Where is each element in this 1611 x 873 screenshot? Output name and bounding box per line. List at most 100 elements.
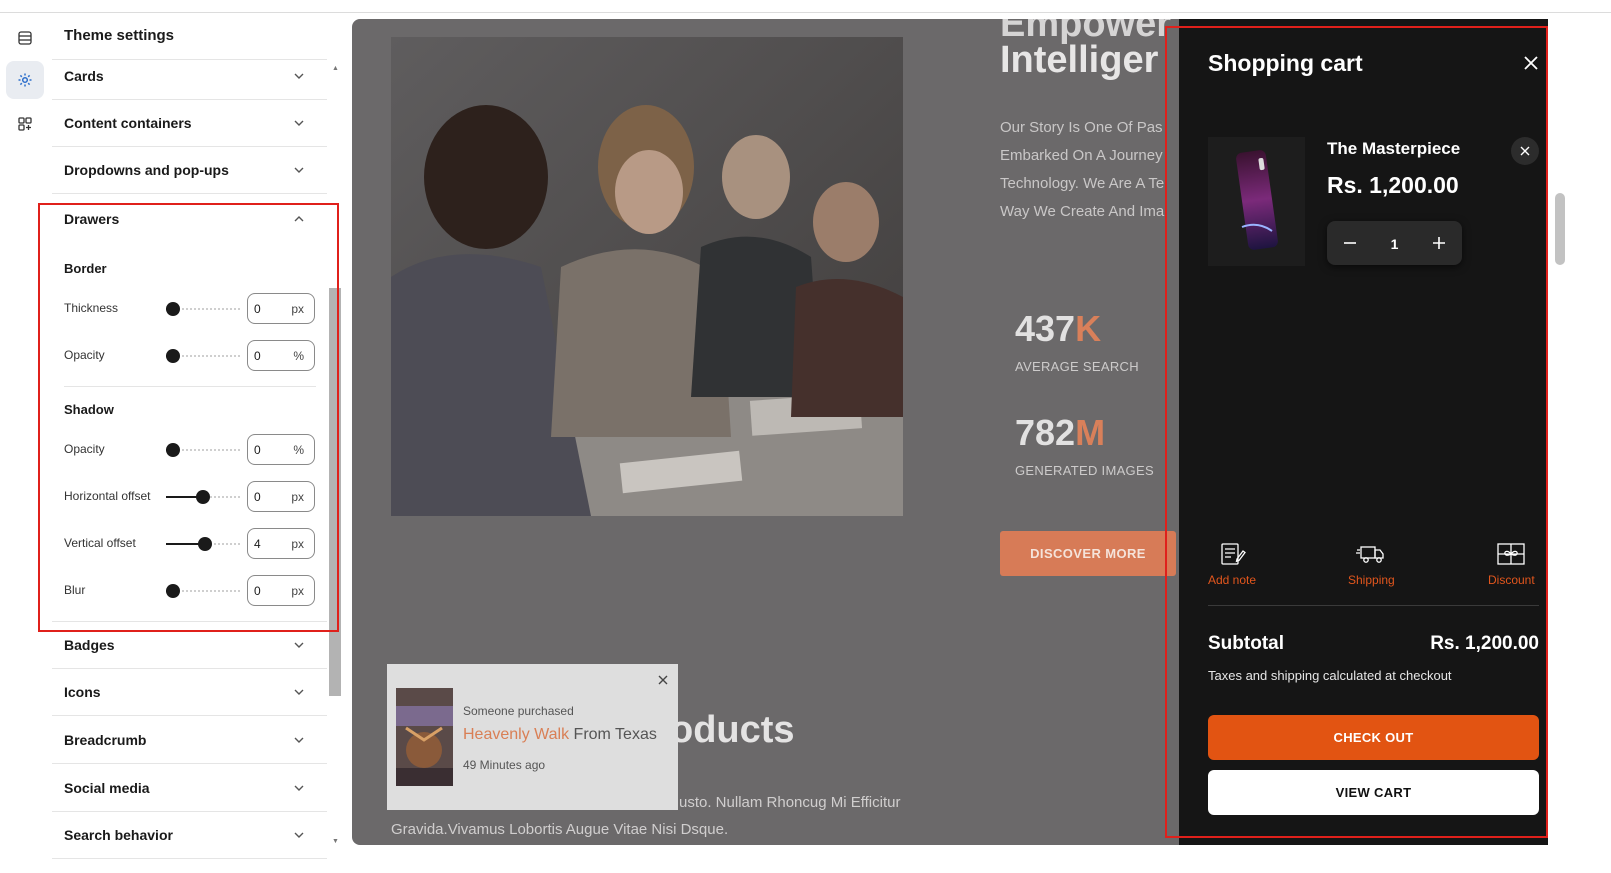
theme-settings-button[interactable] <box>6 61 44 99</box>
horizontal-offset-label: Horizontal offset <box>64 489 151 503</box>
hero-heading: Intelliger <box>1000 39 1159 81</box>
stat-value: 437 <box>1015 308 1076 349</box>
vertical-offset-slider[interactable] <box>166 537 240 551</box>
apps-button[interactable] <box>6 105 44 143</box>
phone-case-image <box>1236 150 1278 250</box>
border-thickness-slider[interactable] <box>166 302 240 316</box>
scroll-down-arrow[interactable]: ▼ <box>332 838 339 845</box>
chevron-down-icon <box>294 167 304 173</box>
accordion-search-behavior[interactable]: Search behavior <box>52 812 327 859</box>
toast-product-image <box>396 688 453 786</box>
stat-suffix: K <box>1075 308 1102 349</box>
hero-text-line: Way We Create And Ima <box>1000 203 1165 220</box>
chevron-down-icon <box>294 737 304 743</box>
chevron-down-icon <box>294 73 304 79</box>
accordion-label: Social media <box>64 780 150 796</box>
discount-button[interactable]: Discount <box>1488 541 1535 587</box>
chevron-up-icon <box>294 215 304 221</box>
theme-settings-panel: Theme settings Cards Content containers … <box>52 13 344 873</box>
shipping-button[interactable]: Shipping <box>1348 541 1395 587</box>
blur-label: Blur <box>64 583 86 597</box>
input-value: 0 <box>254 490 261 504</box>
note-icon <box>1221 543 1246 565</box>
chevron-down-icon <box>294 689 304 695</box>
accordion-drawers[interactable]: Drawers <box>52 195 327 242</box>
accordion-icons[interactable]: Icons <box>52 669 327 716</box>
border-thickness-input[interactable]: 0 px <box>247 293 315 324</box>
border-section-label: Border <box>64 261 107 276</box>
scroll-up-arrow[interactable]: ▲ <box>332 65 339 72</box>
view-cart-button[interactable]: VIEW CART <box>1208 770 1539 815</box>
horizontal-offset-input[interactable]: 0 px <box>247 481 315 512</box>
tool-label: Shipping <box>1348 573 1395 587</box>
cart-item-image[interactable] <box>1208 137 1305 266</box>
border-opacity-input[interactable]: 0 % <box>247 340 315 371</box>
chevron-down-icon <box>294 120 304 126</box>
toast-location: From Texas <box>569 726 657 743</box>
cart-title: Shopping cart <box>1208 50 1363 76</box>
section-divider <box>64 386 316 387</box>
input-unit: px <box>291 584 304 598</box>
discover-more-button[interactable]: DISCOVER MORE <box>1000 531 1176 576</box>
horizontal-offset-slider[interactable] <box>166 490 240 504</box>
vertical-offset-input[interactable]: 4 px <box>247 528 315 559</box>
close-icon <box>1520 146 1530 156</box>
stat-suffix: M <box>1075 412 1106 453</box>
cart-divider <box>1208 605 1539 606</box>
subtotal-label: Subtotal <box>1208 633 1284 654</box>
input-value: 0 <box>254 349 261 363</box>
input-value: 4 <box>254 537 261 551</box>
products-heading: oducts <box>670 709 795 751</box>
page-scrollbar-thumb[interactable] <box>1555 193 1565 265</box>
cart-item-name[interactable]: The Masterpiece <box>1327 139 1460 159</box>
blur-slider[interactable] <box>166 584 240 598</box>
panel-scrollbar-thumb[interactable] <box>329 288 341 696</box>
cart-drawer: Shopping cart The Masterpiece Rs. 1,200.… <box>1179 19 1548 845</box>
stat-value: 782 <box>1015 412 1076 453</box>
gear-icon <box>18 73 32 87</box>
border-opacity-slider[interactable] <box>166 349 240 363</box>
body-text-line: usto. Nullam Rhoncug Mi Efficitur <box>679 794 901 811</box>
input-unit: px <box>291 537 304 551</box>
toast-product-link[interactable]: Heavenly Walk <box>463 726 569 743</box>
stat-number: 782M <box>1015 412 1105 454</box>
subtotal-value: Rs. 1,200.00 <box>1430 633 1539 654</box>
close-icon[interactable] <box>657 674 669 686</box>
accordion-label: Search behavior <box>64 827 173 843</box>
add-note-button[interactable]: Add note <box>1208 541 1256 587</box>
purchase-notification[interactable]: Someone purchased Heavenly Walk From Tex… <box>387 664 678 810</box>
toast-message: Heavenly Walk From Texas <box>463 726 657 744</box>
hero-photo <box>391 37 903 516</box>
input-unit: px <box>291 490 304 504</box>
hero-text-line: Our Story Is One Of Pas <box>1000 119 1163 136</box>
sections-button[interactable] <box>6 19 44 57</box>
page-scrollbar[interactable] <box>1553 13 1569 873</box>
close-icon[interactable] <box>1524 56 1538 70</box>
stat-label: GENERATED IMAGES <box>1015 463 1154 478</box>
accordion-badges[interactable]: Badges <box>52 622 327 669</box>
chevron-down-icon <box>294 642 304 648</box>
panel-title: Theme settings <box>64 27 175 44</box>
shadow-opacity-slider[interactable] <box>166 443 240 457</box>
gift-card-icon <box>1497 543 1525 565</box>
remove-item-button[interactable] <box>1511 137 1539 165</box>
checkout-button[interactable]: CHECK OUT <box>1208 715 1539 760</box>
accordion-content-containers[interactable]: Content containers <box>52 100 327 147</box>
input-unit: % <box>293 443 304 457</box>
border-thickness-label: Thickness <box>64 301 119 315</box>
blur-input[interactable]: 0 px <box>247 575 315 606</box>
accordion-label: Badges <box>64 637 115 653</box>
accordion-dropdowns-popups[interactable]: Dropdowns and pop-ups <box>52 147 327 194</box>
accordion-breadcrumb[interactable]: Breadcrumb <box>52 717 327 764</box>
accordion-label: Icons <box>64 684 101 700</box>
tool-label: Discount <box>1488 573 1535 587</box>
plus-icon[interactable] <box>1430 234 1448 252</box>
input-value: 0 <box>254 443 261 457</box>
shadow-opacity-input[interactable]: 0 % <box>247 434 315 465</box>
accordion-social-media[interactable]: Social media <box>52 765 327 812</box>
editor-icon-rail <box>0 13 52 873</box>
accordion-cards[interactable]: Cards <box>52 53 327 100</box>
input-value: 0 <box>254 302 261 316</box>
accordion-label: Content containers <box>64 115 192 131</box>
hero-text-line: Technology. We Are A Te <box>1000 175 1165 192</box>
